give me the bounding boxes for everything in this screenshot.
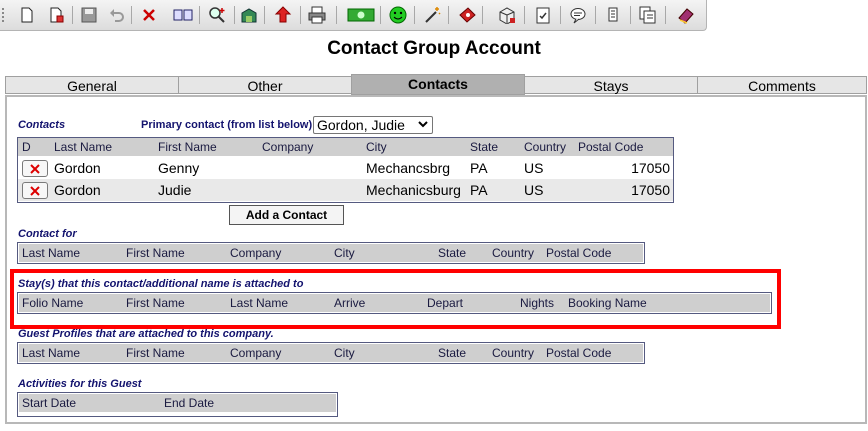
delete-row-button[interactable] bbox=[22, 182, 48, 199]
package-icon[interactable] bbox=[496, 4, 518, 26]
col-header: State bbox=[438, 346, 467, 360]
money-icon[interactable] bbox=[346, 4, 376, 26]
delete-icon[interactable] bbox=[138, 4, 160, 26]
folders-icon[interactable] bbox=[172, 4, 194, 26]
search-add-icon[interactable] bbox=[206, 4, 228, 26]
cell-state: PA bbox=[470, 182, 488, 198]
col-header: Country bbox=[492, 346, 535, 360]
col-header: Postal Code bbox=[546, 346, 612, 360]
chevron-down-icon bbox=[418, 121, 428, 128]
col-header: Company bbox=[262, 140, 314, 154]
col-header: First Name bbox=[126, 346, 185, 360]
contacts-table-header bbox=[18, 138, 673, 156]
col-header: Country bbox=[492, 246, 535, 260]
contacts-table: D Last Name First Name Company City Stat… bbox=[17, 137, 674, 203]
delete-icon bbox=[30, 185, 40, 196]
toolbar-grip[interactable] bbox=[2, 8, 6, 22]
col-header: Last Name bbox=[22, 246, 81, 260]
tab-comments[interactable]: Comments bbox=[697, 76, 867, 94]
scroll-icon[interactable] bbox=[602, 4, 624, 26]
save-icon[interactable] bbox=[78, 4, 100, 26]
cell-city: Mechanicsburg bbox=[366, 182, 461, 198]
col-header: Last Name bbox=[54, 140, 113, 154]
activities-table: Start Date End Date bbox=[17, 392, 338, 417]
activities-section-label: Activities for this Guest bbox=[18, 378, 142, 390]
tab-contacts[interactable]: Contacts bbox=[351, 74, 525, 95]
tab-other[interactable]: Other bbox=[178, 76, 352, 94]
col-header: Company bbox=[230, 246, 282, 260]
new-document-icon[interactable] bbox=[16, 4, 38, 26]
cell-postal-code: 17050 bbox=[631, 182, 670, 198]
col-header: Start Date bbox=[22, 396, 77, 410]
cell-first-name: Genny bbox=[158, 160, 200, 176]
cell-country: US bbox=[524, 182, 544, 198]
document-stack-icon[interactable] bbox=[637, 4, 659, 26]
add-contact-button[interactable]: Add a Contact bbox=[229, 205, 344, 225]
contact-for-table: Last Name First Name Company City State … bbox=[17, 242, 645, 264]
cell-city: Mechancsbrg bbox=[366, 160, 451, 176]
col-header: D bbox=[22, 140, 31, 154]
primary-contact-label: Primary contact (from list below) bbox=[141, 119, 313, 131]
ticket-icon[interactable] bbox=[456, 4, 478, 26]
undo-icon[interactable] bbox=[106, 4, 128, 26]
speech-bubble-icon[interactable] bbox=[567, 4, 589, 26]
col-header: First Name bbox=[158, 140, 217, 154]
cell-postal-code: 17050 bbox=[631, 160, 670, 176]
tab-bar: General Other Contacts Stays Comments bbox=[5, 74, 867, 95]
table-row: Gordon Judie Mechanicsburg PA US 17050 bbox=[18, 179, 673, 201]
col-header: City bbox=[366, 140, 387, 154]
cell-last-name: Gordon bbox=[54, 160, 101, 176]
contacts-section-label: Contacts bbox=[18, 119, 66, 131]
delete-icon bbox=[30, 163, 40, 174]
col-header: City bbox=[334, 246, 355, 260]
delete-row-button[interactable] bbox=[22, 160, 48, 177]
col-header: End Date bbox=[164, 396, 215, 410]
col-header: First Name bbox=[126, 246, 185, 260]
col-header: Postal Code bbox=[546, 246, 612, 260]
book-icon[interactable] bbox=[675, 4, 697, 26]
col-header: Company bbox=[230, 346, 282, 360]
smiley-icon[interactable] bbox=[387, 4, 409, 26]
guest-profiles-table: Last Name First Name Company City State … bbox=[17, 342, 645, 364]
cell-state: PA bbox=[470, 160, 488, 176]
copy-document-icon[interactable] bbox=[46, 4, 68, 26]
print-icon[interactable] bbox=[306, 4, 328, 26]
building-icon[interactable] bbox=[238, 4, 260, 26]
col-header: State bbox=[438, 246, 467, 260]
col-header: Country bbox=[524, 140, 567, 154]
highlight-box bbox=[10, 269, 781, 329]
col-header: State bbox=[470, 140, 499, 154]
page-title: Contact Group Account bbox=[327, 38, 541, 59]
upload-icon[interactable] bbox=[272, 4, 294, 26]
cell-country: US bbox=[524, 160, 544, 176]
col-header: City bbox=[334, 346, 355, 360]
contact-for-section-label: Contact for bbox=[18, 228, 77, 240]
primary-contact-value: Gordon, Judie bbox=[317, 117, 405, 133]
cell-last-name: Gordon bbox=[54, 182, 101, 198]
checklist-icon[interactable] bbox=[532, 4, 554, 26]
tab-stays[interactable]: Stays bbox=[524, 76, 698, 94]
toolbar bbox=[0, 0, 707, 31]
col-header: Postal Code bbox=[578, 140, 644, 154]
tab-general[interactable]: General bbox=[5, 76, 179, 94]
guest-profiles-section-label: Guest Profiles that are attached to this… bbox=[18, 328, 274, 340]
primary-contact-select[interactable]: Gordon, Judie bbox=[313, 116, 433, 134]
table-row: Gordon Genny Mechancsbrg PA US 17050 bbox=[18, 157, 673, 179]
col-header: Last Name bbox=[22, 346, 81, 360]
cell-first-name: Judie bbox=[158, 182, 192, 198]
wand-icon[interactable] bbox=[421, 4, 443, 26]
